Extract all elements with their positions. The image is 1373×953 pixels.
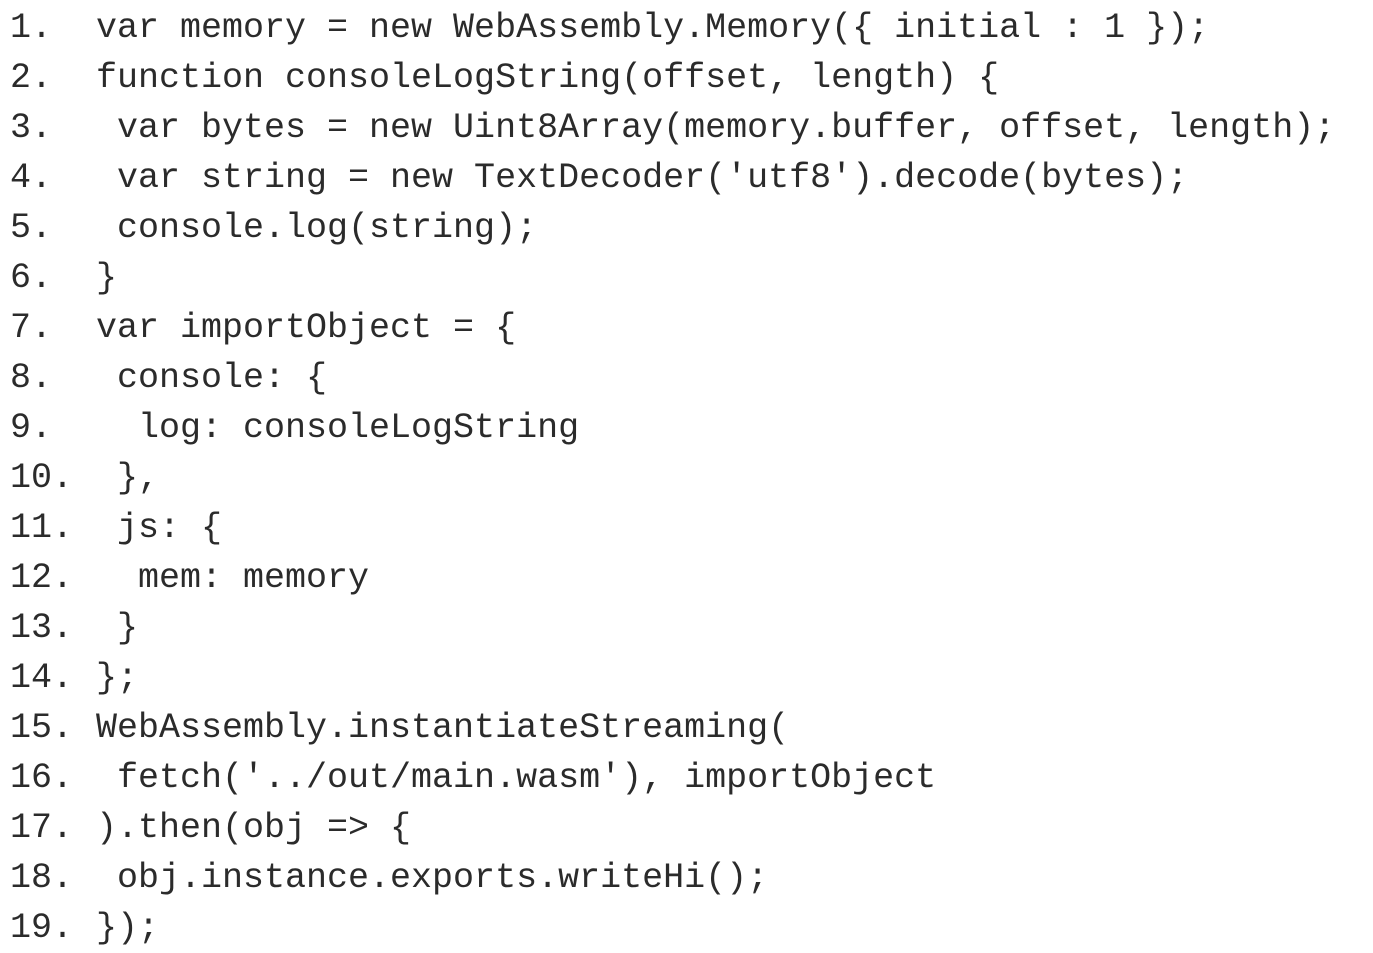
line-number: 15. — [10, 708, 74, 748]
line-number: 5. — [10, 208, 53, 248]
code-text: WebAssembly.instantiateStreaming( — [96, 708, 790, 748]
line-number: 14. — [10, 658, 74, 698]
code-text: fetch('../out/main.wasm'), importObject — [96, 758, 937, 798]
code-text: } — [96, 608, 139, 648]
line-number: 4. — [10, 158, 53, 198]
code-text: }, — [96, 458, 160, 498]
line-number: 16. — [10, 758, 74, 798]
line-number: 12. — [10, 558, 74, 598]
line-number: 2. — [10, 58, 53, 98]
line-number: 3. — [10, 108, 53, 148]
code-text: var bytes = new Uint8Array(memory.buffer… — [96, 108, 1336, 148]
line-number: 1. — [10, 8, 53, 48]
code-text: console: { — [96, 358, 328, 398]
line-number: 8. — [10, 358, 53, 398]
line-number: 17. — [10, 808, 74, 848]
line-number: 7. — [10, 308, 53, 348]
code-text: console.log(string); — [96, 208, 538, 248]
line-number: 10. — [10, 458, 74, 498]
code-text: function consoleLogString(offset, length… — [96, 58, 1000, 98]
code-text: var string = new TextDecoder('utf8').dec… — [96, 158, 1189, 198]
line-number: 11. — [10, 508, 74, 548]
code-text: js: { — [96, 508, 223, 548]
code-text: log: consoleLogString — [96, 408, 580, 448]
line-number: 18. — [10, 858, 74, 898]
code-text: mem: memory — [96, 558, 370, 598]
line-number: 19. — [10, 908, 74, 948]
code-text: }; — [96, 658, 139, 698]
code-text: }); — [96, 908, 160, 948]
line-number: 13. — [10, 608, 74, 648]
code-text: var importObject = { — [96, 308, 517, 348]
line-number: 9. — [10, 408, 53, 448]
code-text: obj.instance.exports.writeHi(); — [96, 858, 769, 898]
code-listing: 1. var memory = new WebAssembly.Memory({ … — [0, 0, 1373, 951]
code-text: ).then(obj => { — [96, 808, 412, 848]
code-text: var memory = new WebAssembly.Memory({ in… — [96, 8, 1210, 48]
code-text: } — [96, 258, 118, 298]
line-number: 6. — [10, 258, 53, 298]
